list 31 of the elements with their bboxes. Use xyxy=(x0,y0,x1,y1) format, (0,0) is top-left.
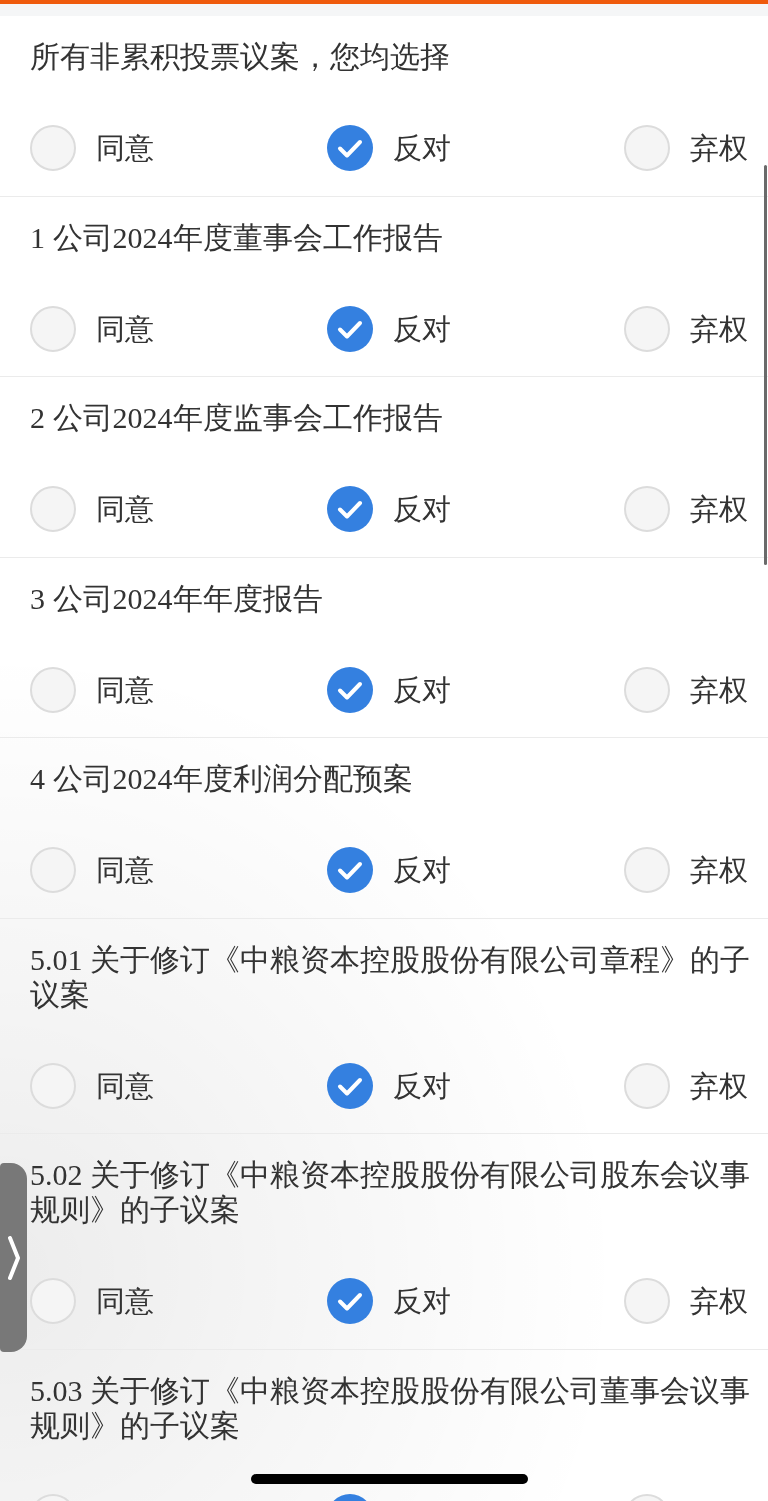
radio-option[interactable]: 弃权 xyxy=(624,1278,748,1324)
radio-option[interactable]: 同意 xyxy=(30,305,154,352)
radio-option[interactable]: 弃权 xyxy=(624,486,748,532)
bulk-vote-prompt: 所有非累积投票议案，您均选择 xyxy=(30,39,450,74)
radio-option[interactable]: 同意 xyxy=(30,666,154,713)
proposal-title: 1 公司2024年度董事会工作报告 xyxy=(30,219,443,255)
side-drawer-tab[interactable] xyxy=(0,1163,27,1352)
radio-option[interactable]: 反对 xyxy=(327,847,451,893)
radio-option[interactable]: 反对 xyxy=(327,1278,451,1324)
radio-option[interactable]: 同意 xyxy=(30,847,154,893)
radio-option[interactable]: 弃权 xyxy=(624,1062,748,1109)
chevron-right-icon xyxy=(7,1235,20,1280)
radio-option[interactable]: 弃权 xyxy=(624,847,748,893)
radio-option[interactable]: 反对 xyxy=(327,666,451,713)
radio-option[interactable]: 反对 xyxy=(327,486,451,532)
radio-option[interactable]: 反对 xyxy=(327,1062,451,1109)
radio-option[interactable]: 同意 xyxy=(30,1278,154,1324)
radio-option[interactable]: 弃权 xyxy=(624,125,748,171)
proposal-title: 4 公司2024年度利润分配预案 xyxy=(30,761,413,796)
radio-option[interactable]: 反对 xyxy=(327,305,451,352)
proposal-title: 2 公司2024年度监事会工作报告 xyxy=(30,400,443,435)
radio-option[interactable]: 同意 xyxy=(30,486,154,532)
proposal-title: 5.02 关于修订《中粮资本控股股份有限公司股东会议事规则》的子议案 xyxy=(30,1157,751,1227)
radio-option[interactable]: 弃权 xyxy=(624,305,748,352)
proposal-title: 3 公司2024年年度报告 xyxy=(30,580,323,616)
proposal-title: 5.01 关于修订《中粮资本控股股份有限公司章程》的子议案 xyxy=(30,941,751,1012)
radio-option[interactable]: 同意 xyxy=(30,125,154,171)
radio-option[interactable]: 同意 xyxy=(30,1062,154,1109)
radio-option[interactable]: 弃权 xyxy=(624,666,748,713)
proposal-title: 5.03 关于修订《中粮资本控股股份有限公司董事会议事规则》的子议案 xyxy=(30,1372,751,1443)
radio-option[interactable]: 反对 xyxy=(327,125,451,171)
